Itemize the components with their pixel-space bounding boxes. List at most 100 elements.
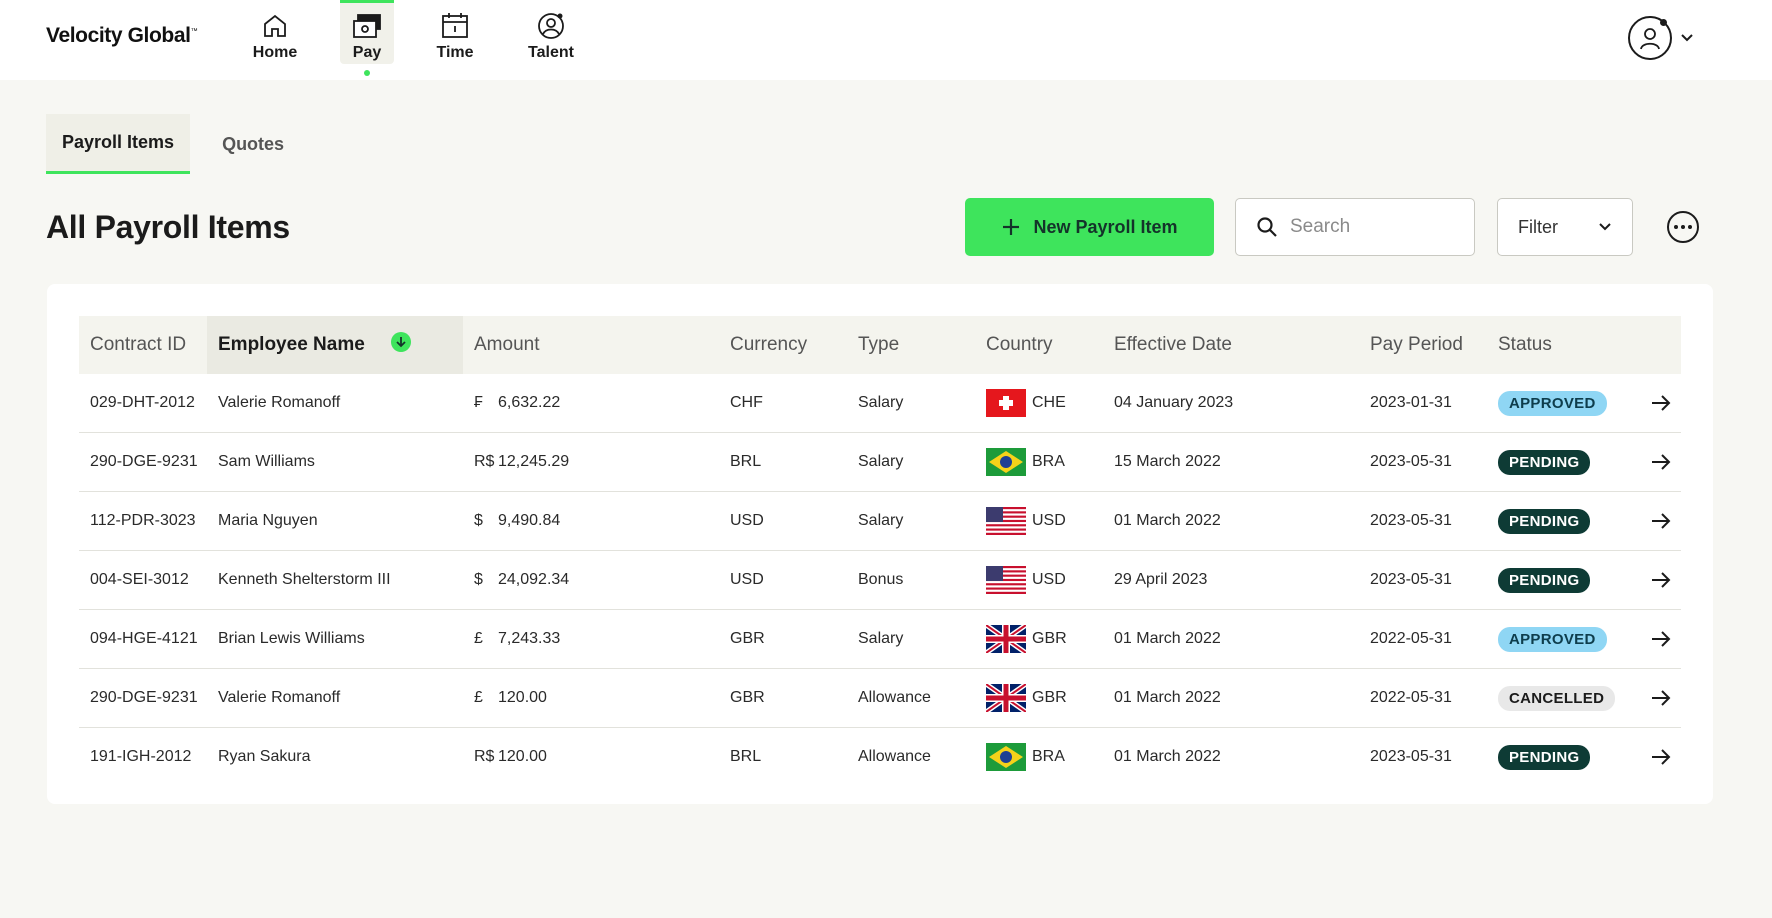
brand-trademark: ™ [190,28,198,35]
cell-employee-name: Sam Williams [218,453,315,470]
cell-country: BRA [986,433,1103,491]
cell-currency: BRL [730,748,762,765]
arrow-right-icon[interactable] [1650,746,1672,768]
table-row[interactable]: 029-DHT-2012 Valerie Romanoff ₣ 6,632.22 CHF… [79,374,1681,433]
amount-value: 120.00 [498,748,547,765]
user-avatar-icon[interactable] [1628,16,1672,60]
country-code: BRA [1032,748,1065,765]
search-input[interactable] [1290,216,1450,238]
payroll-table: Contract ID Employee Name Amount Currenc… [79,316,1681,787]
sort-descending-icon[interactable] [390,332,411,352]
arrow-right-icon[interactable] [1650,628,1672,650]
cell-amount: R$ 120.00 [474,728,719,786]
table-row[interactable]: 290-DGE-9231 Sam Williams R$ 12,245.29 BRL Sa… [79,433,1681,492]
cell-country: GBR [986,669,1103,727]
flag-gbr-icon [986,684,1026,712]
table-body: 029-DHT-2012 Valerie Romanoff ₣ 6,632.22 CHF… [79,374,1681,787]
flag-bra-icon [986,743,1026,771]
arrow-right-icon[interactable] [1650,451,1672,473]
flag-che-icon [986,389,1026,417]
column-header-amount[interactable]: Amount [463,316,719,374]
nav-item-pay[interactable]: Pay [340,0,394,64]
table-row[interactable]: 094-HGE-4121 Brian Lewis Williams £7,243.3… [79,610,1681,669]
tab-payroll-items[interactable]: Payroll Items [46,114,191,174]
cell-effective-date: 01 March 2022 [1114,512,1221,529]
cell-effective-date: 01 March 2022 [1114,689,1221,706]
country-code: USD [1032,571,1066,588]
column-header-type[interactable]: Type [847,316,975,374]
tab-bar: Payroll Items Quotes [46,114,316,174]
cell-currency: GBR [730,689,765,706]
nav-item-time[interactable]: Time [434,0,476,64]
arrow-right-icon[interactable] [1650,510,1672,532]
arrow-right-icon[interactable] [1650,687,1672,709]
flag-usa-icon [986,566,1026,594]
cell-effective-date: 01 March 2022 [1114,630,1221,647]
amount-value: 6,632.22 [498,394,561,411]
cell-currency: CHF [730,394,763,411]
table-row[interactable]: 004-SEI-3012 Kenneth Shelterstorm III $24,… [79,551,1681,610]
cell-type: Salary [858,512,904,529]
new-payroll-item-button[interactable]: New Payroll Item [965,198,1214,256]
cell-type: Allowance [858,689,931,706]
flag-gbr-icon [986,625,1026,653]
table-row[interactable]: 290-DGE-9231 Valerie Romanoff £120.00 GBR Al… [79,669,1681,728]
arrow-right-icon[interactable] [1650,569,1672,591]
nav-item-home[interactable]: Home [249,0,301,64]
cell-amount: $9,490.84 [474,492,719,550]
talent-icon [536,11,566,41]
chevron-down-icon [1599,223,1611,231]
cell-status: APPROVED [1498,610,1648,668]
cell-employee-name: Kenneth Shelterstorm III [218,571,391,588]
cell-type: Bonus [858,571,904,588]
currency-symbol: £ [474,689,483,706]
cell-currency: GBR [730,630,765,647]
cell-pay-period: 2023-05-31 [1370,453,1452,470]
column-header-country[interactable]: Country [975,316,1103,374]
status-badge: PENDING [1498,567,1591,593]
table-row[interactable]: 112-PDR-3023 Maria Nguyen $9,490.84 USD Sala… [79,492,1681,551]
cell-country: USD [986,551,1103,609]
cell-contract-id: 191-IGH-2012 [90,748,192,765]
cell-pay-period: 2023-01-31 [1370,394,1452,411]
status-badge: CANCELLED [1498,685,1616,711]
amount-value: 24,092.34 [498,571,570,588]
table-row[interactable]: 191-IGH-2012 Ryan Sakura R$ 120.00 BRL Allowa… [79,728,1681,787]
brand-name: Velocity Global [46,24,191,47]
column-header-pay-period[interactable]: Pay Period [1359,316,1487,374]
nav-item-talent[interactable]: Talent [526,0,576,64]
tab-quotes[interactable]: Quotes [206,114,300,174]
column-header-employee-name[interactable]: Employee Name [207,316,463,374]
pay-icon [352,11,382,41]
column-header-currency[interactable]: Currency [719,316,847,374]
filter-label: Filter [1518,216,1558,237]
column-header-effective-date[interactable]: Effective Date [1103,316,1359,374]
chevron-down-icon[interactable] [1680,33,1694,43]
cell-pay-period: 2023-05-31 [1370,748,1452,765]
nav-label-home: Home [252,44,298,61]
active-indicator-dot [364,70,370,76]
filter-dropdown[interactable]: Filter [1497,198,1633,256]
new-payroll-item-label: New Payroll Item [1033,216,1178,237]
amount-value: 7,243.33 [498,630,561,647]
cell-status: CANCELLED [1498,669,1648,727]
more-options-icon[interactable] [1667,211,1699,243]
search-box [1235,198,1475,256]
column-header-contract-id[interactable]: Contract ID [79,316,207,374]
cell-pay-period: 2023-05-31 [1370,512,1452,529]
country-code: BRA [1032,453,1065,470]
cell-effective-date: 15 March 2022 [1114,453,1221,470]
cell-type: Salary [858,394,904,411]
cell-currency: USD [730,571,764,588]
flag-usa-icon [986,507,1026,535]
cell-pay-period: 2022-05-31 [1370,630,1452,647]
cell-employee-name: Maria Nguyen [218,512,318,529]
cell-employee-name: Brian Lewis Williams [218,630,365,647]
cell-country: BRA [986,728,1103,786]
flag-bra-icon [986,448,1026,476]
column-header-status[interactable]: Status [1487,316,1681,374]
cell-contract-id: 290-DGE-9231 [90,453,198,470]
user-menu[interactable] [1628,16,1694,60]
arrow-right-icon[interactable] [1650,392,1672,414]
brand-logo[interactable]: Velocity Global™ [46,24,198,48]
